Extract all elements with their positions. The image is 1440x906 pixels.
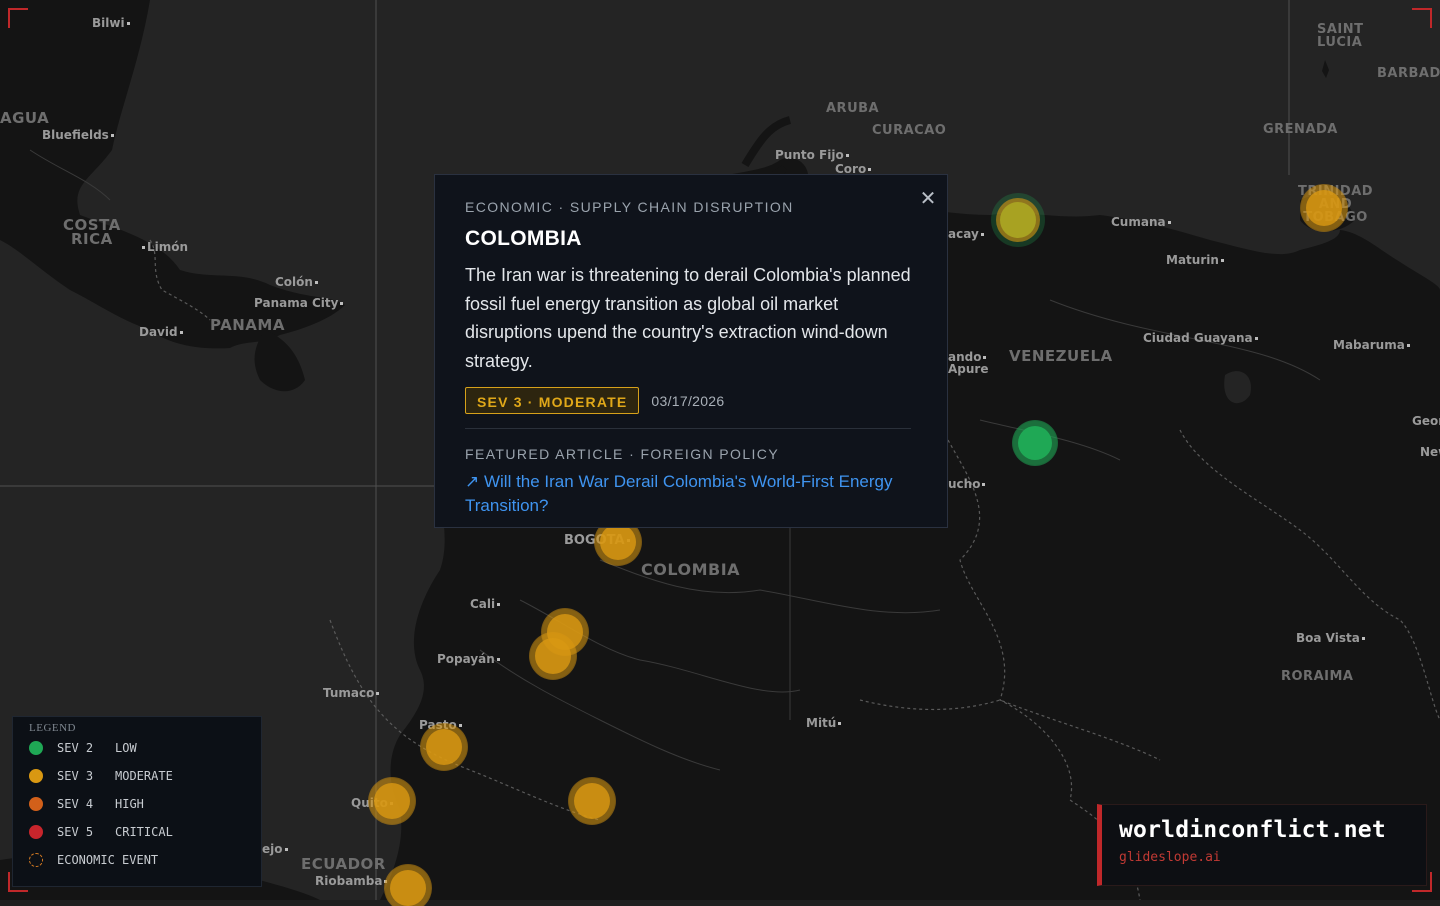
place-mitu: Mitú bbox=[806, 716, 842, 730]
popup-divider bbox=[465, 428, 911, 429]
legend-item-sev2: SEV 2 LOW bbox=[29, 734, 261, 762]
place-portoviejo: ejo bbox=[262, 842, 288, 856]
country-costa-rica: COSTA RICA bbox=[63, 216, 121, 248]
country-barbados: BARBAD bbox=[1377, 66, 1440, 81]
legend-item-sev4: SEV 4 HIGH bbox=[29, 790, 261, 818]
place-bilwi: Bilwi bbox=[92, 16, 130, 30]
country-venezuela: VENEZUELA bbox=[1009, 347, 1113, 365]
brand-name: worldinconflict.net bbox=[1119, 817, 1386, 843]
event-title: COLOMBIA bbox=[465, 227, 582, 250]
place-david: David bbox=[139, 325, 183, 339]
event-marker-putumayo[interactable] bbox=[574, 783, 610, 819]
place-ciudad-guayana: Ciudad Guayana bbox=[1143, 331, 1258, 345]
place-bluefields: Bluefields bbox=[42, 128, 114, 142]
legend-sev-label: SEV 3 bbox=[57, 769, 94, 783]
event-date: 03/17/2026 bbox=[651, 392, 725, 409]
place-tumaco: Tumaco bbox=[323, 686, 380, 700]
event-marker-pasto[interactable] bbox=[426, 729, 462, 765]
legend-item-sev3: SEV 3 MODERATE bbox=[29, 762, 261, 790]
place-apure: Apure bbox=[948, 362, 989, 376]
close-icon[interactable]: ✕ bbox=[917, 188, 939, 210]
country-aruba: ARUBA bbox=[826, 101, 880, 116]
sev5-swatch-icon bbox=[29, 825, 43, 839]
country-panama: PANAMA bbox=[210, 316, 285, 334]
place-panama-city: Panama City bbox=[254, 296, 344, 310]
event-marker-bogota[interactable] bbox=[600, 524, 636, 560]
featured-article-link[interactable]: ↗ Will the Iran War Derail Colombia's Wo… bbox=[465, 470, 911, 518]
brand-badge[interactable]: worldinconflict.net glideslope.ai bbox=[1097, 804, 1427, 886]
legend-title: LEGEND bbox=[29, 722, 76, 734]
place-punto-fijo: Punto Fijo bbox=[775, 148, 849, 162]
event-description: The Iran war is threatening to derail Co… bbox=[465, 265, 911, 371]
event-popup: ✕ ECONOMIC · SUPPLY CHAIN DISRUPTION COL… bbox=[434, 174, 948, 528]
brand-sub: glideslope.ai bbox=[1119, 850, 1221, 865]
place-riobamba: Riobamba bbox=[315, 874, 388, 888]
sev4-swatch-icon bbox=[29, 797, 43, 811]
legend-severity-name: MODERATE bbox=[115, 769, 173, 783]
place-cumana: Cumana bbox=[1111, 215, 1171, 229]
frame-corner-top-right bbox=[1412, 8, 1432, 28]
legend-sev-label: SEV 5 bbox=[57, 825, 94, 839]
legend-economic-label: ECONOMIC EVENT bbox=[57, 853, 159, 867]
legend-sev-label: SEV 2 bbox=[57, 741, 94, 755]
country-curacao: CURACAO bbox=[872, 123, 947, 138]
event-marker-caracas[interactable] bbox=[1000, 202, 1036, 238]
event-marker-venezuela-south[interactable] bbox=[1018, 426, 1052, 460]
legend-severity-name: LOW bbox=[115, 741, 137, 755]
country-saint-lucia: SAINT LUCIA bbox=[1317, 22, 1364, 50]
event-marker-trinidad[interactable] bbox=[1306, 190, 1342, 226]
country-roraima: RORAIMA bbox=[1281, 669, 1354, 684]
map-legend: LEGEND SEV 2 LOW SEV 3 MODERATE SEV 4 HI… bbox=[12, 716, 262, 887]
severity-row: SEV 3 · MODERATE 03/17/2026 bbox=[465, 387, 911, 414]
place-popayan: Popayán bbox=[437, 652, 500, 666]
place-maturin: Maturin bbox=[1166, 253, 1224, 267]
place-maracay: acay bbox=[948, 227, 984, 241]
place-puerto-ayacucho: ucho bbox=[948, 477, 986, 491]
frame-corner-top-left bbox=[8, 8, 28, 28]
legend-severity-name: HIGH bbox=[115, 797, 144, 811]
severity-badge: SEV 3 · MODERATE bbox=[465, 387, 640, 414]
country-ecuador: ECUADOR bbox=[301, 855, 386, 873]
event-marker-ecuador-south[interactable] bbox=[390, 870, 426, 906]
place-new-amsterdam: New bbox=[1420, 445, 1440, 459]
event-marker-cali-2[interactable] bbox=[535, 638, 571, 674]
event-category: ECONOMIC · SUPPLY CHAIN DISRUPTION bbox=[465, 199, 794, 215]
place-boa-vista: Boa Vista bbox=[1296, 631, 1365, 645]
place-georgetown: Geor bbox=[1412, 414, 1440, 428]
legend-sev-label: SEV 4 bbox=[57, 797, 94, 811]
place-colon: Colón bbox=[275, 275, 318, 289]
event-marker-quito[interactable] bbox=[374, 783, 410, 819]
place-mabaruma: Mabaruma bbox=[1333, 338, 1410, 352]
sev3-swatch-icon bbox=[29, 769, 43, 783]
place-cali: Cali bbox=[470, 597, 501, 611]
country-colombia: COLOMBIA bbox=[641, 560, 741, 579]
sev2-swatch-icon bbox=[29, 741, 43, 755]
featured-article-label: FEATURED ARTICLE · FOREIGN POLICY bbox=[465, 446, 780, 462]
legend-severity-name: CRITICAL bbox=[115, 825, 173, 839]
country-grenada: GRENADA bbox=[1263, 122, 1338, 137]
country-nicaragua: AGUA bbox=[0, 109, 50, 127]
legend-item-sev5: SEV 5 CRITICAL bbox=[29, 818, 261, 846]
place-limon: Limón bbox=[142, 240, 188, 254]
economic-event-swatch-icon bbox=[29, 853, 43, 867]
legend-item-economic: ECONOMIC EVENT bbox=[29, 846, 261, 874]
